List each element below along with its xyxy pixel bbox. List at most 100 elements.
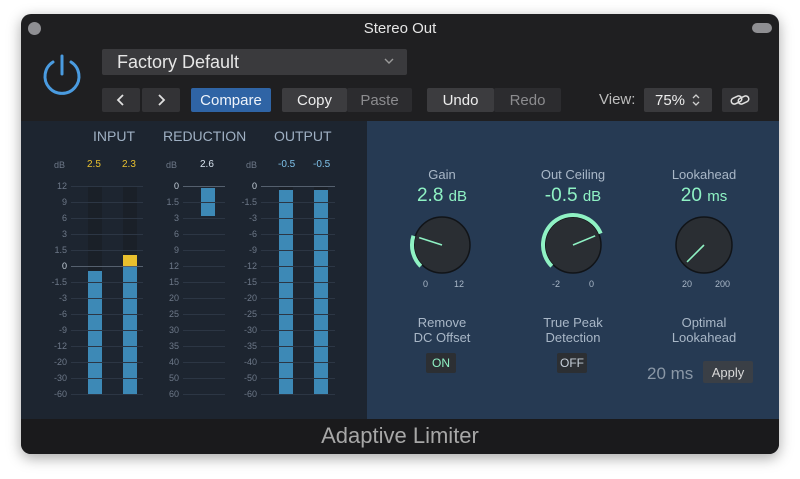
reduction-tick: 12 <box>168 261 179 271</box>
gain-knob[interactable] <box>407 210 477 280</box>
output-tick: -20 <box>243 293 257 303</box>
input-meter-header: INPUT <box>93 128 135 144</box>
output-gridline <box>261 282 335 283</box>
output-meter-header: OUTPUT <box>274 128 332 144</box>
input-gridline <box>71 346 143 347</box>
view-zoom-select[interactable]: 75% <box>644 88 712 112</box>
output-gridline <box>261 378 335 379</box>
reduction-tick: 30 <box>168 325 179 335</box>
reduction-gridline <box>183 330 225 331</box>
input-gridline <box>71 394 143 395</box>
output-gridline <box>261 266 335 267</box>
input-gridline <box>71 234 143 235</box>
reduction-tick: 1.5 <box>166 197 179 207</box>
redo-button[interactable]: Redo <box>494 88 561 112</box>
db-label: dB <box>246 160 258 170</box>
out-ceiling-knob[interactable] <box>538 210 608 280</box>
input-tick: 12 <box>56 181 67 191</box>
link-button[interactable] <box>722 88 758 112</box>
reduction-tick: 9 <box>173 245 179 255</box>
reduction-peak[interactable]: 2.6 <box>200 159 214 170</box>
plugin-window: Stereo Out Factory Default Compare Copy … <box>21 14 779 454</box>
output-tick: -6 <box>248 229 257 239</box>
paste-button[interactable]: Paste <box>347 88 412 112</box>
preset-menu[interactable]: Factory Default <box>102 49 407 75</box>
previous-preset-button[interactable] <box>102 88 140 112</box>
lookahead-min-label: 20 <box>682 279 693 289</box>
apply-button[interactable]: Apply <box>703 361 753 383</box>
power-icon[interactable] <box>39 52 85 98</box>
view-label: View: <box>599 91 636 108</box>
reduction-gridline <box>183 234 225 235</box>
undo-button[interactable]: Undo <box>427 88 494 112</box>
lookahead-max-label: 200 <box>715 279 731 289</box>
true-peak-toggle[interactable]: OFF <box>557 353 587 373</box>
output-gridline <box>261 394 335 395</box>
reduction-gridline <box>183 282 225 283</box>
input-peak-right[interactable]: 2.3 <box>122 159 136 170</box>
title-bar: Stereo Out <box>21 14 779 44</box>
output-tick: -3 <box>248 213 257 223</box>
reduction-gridline <box>183 298 225 299</box>
next-preset-button[interactable] <box>142 88 180 112</box>
optimal-lookahead-label: Optimal Lookahead <box>671 315 737 345</box>
output-tick: -9 <box>248 245 257 255</box>
true-peak-label: True Peak Detection <box>543 315 603 345</box>
input-peak-left[interactable]: 2.5 <box>87 159 101 170</box>
input-tick: 1.5 <box>54 245 67 255</box>
reduction-gridline <box>183 186 225 187</box>
chevron-right-icon <box>158 94 166 106</box>
output-tick: -35 <box>243 341 257 351</box>
output-tick: -1.5 <box>241 197 257 207</box>
input-tick: -9 <box>58 325 67 335</box>
reduction-gridline <box>183 218 225 219</box>
window-resize-button[interactable] <box>752 23 772 33</box>
output-gridline <box>261 186 335 187</box>
input-tick: 3 <box>61 229 67 239</box>
out-ceiling-label: Out Ceiling <box>540 167 606 182</box>
out-ceiling-value[interactable]: -0.5 dB <box>527 185 619 207</box>
input-tick: -1.5 <box>51 277 67 287</box>
output-peak-right[interactable]: -0.5 <box>313 159 330 170</box>
input-gridline <box>71 362 143 363</box>
reduction-tick: 40 <box>168 357 179 367</box>
input-tick: -6 <box>58 309 67 319</box>
reduction-tick: 0 <box>173 181 179 191</box>
reduction-tick: 60 <box>168 389 179 399</box>
output-gridline <box>261 314 335 315</box>
input-gridline <box>71 378 143 379</box>
view-zoom-value: 75% <box>654 91 686 109</box>
reduction-tick: 3 <box>173 213 179 223</box>
input-tick: -3 <box>58 293 67 303</box>
input-tick: -12 <box>53 341 67 351</box>
reduction-tick: 6 <box>173 229 179 239</box>
footer: Adaptive Limiter <box>21 419 779 454</box>
lookahead-label: Lookahead <box>671 167 737 182</box>
dc-offset-toggle[interactable]: ON <box>426 353 456 373</box>
stepper-icon <box>692 94 700 106</box>
reduction-gridline <box>183 378 225 379</box>
reduction-tick: 35 <box>168 341 179 351</box>
output-gridline <box>261 218 335 219</box>
chevron-left-icon <box>116 94 124 106</box>
lookahead-knob[interactable] <box>669 210 739 280</box>
output-tick: -12 <box>243 261 257 271</box>
reduction-gridline <box>183 346 225 347</box>
output-gridline <box>261 234 335 235</box>
input-tick: -60 <box>53 389 67 399</box>
input-gridline <box>71 186 143 187</box>
compare-button[interactable]: Compare <box>191 88 271 112</box>
lookahead-value[interactable]: 20 ms <box>659 185 749 207</box>
output-tick: -15 <box>243 277 257 287</box>
input-tick: 6 <box>61 213 67 223</box>
gain-value[interactable]: 2.8 dB <box>397 185 487 207</box>
db-label: dB <box>54 160 66 170</box>
out-ceiling-max-label: 0 <box>589 279 595 289</box>
output-meter-right <box>314 190 328 394</box>
output-peak-left[interactable]: -0.5 <box>278 159 295 170</box>
input-gridline <box>71 202 143 203</box>
copy-button[interactable]: Copy <box>282 88 347 112</box>
gain-min-label: 0 <box>423 279 429 289</box>
input-meter-left <box>88 271 102 394</box>
window-title: Stereo Out <box>363 20 437 37</box>
